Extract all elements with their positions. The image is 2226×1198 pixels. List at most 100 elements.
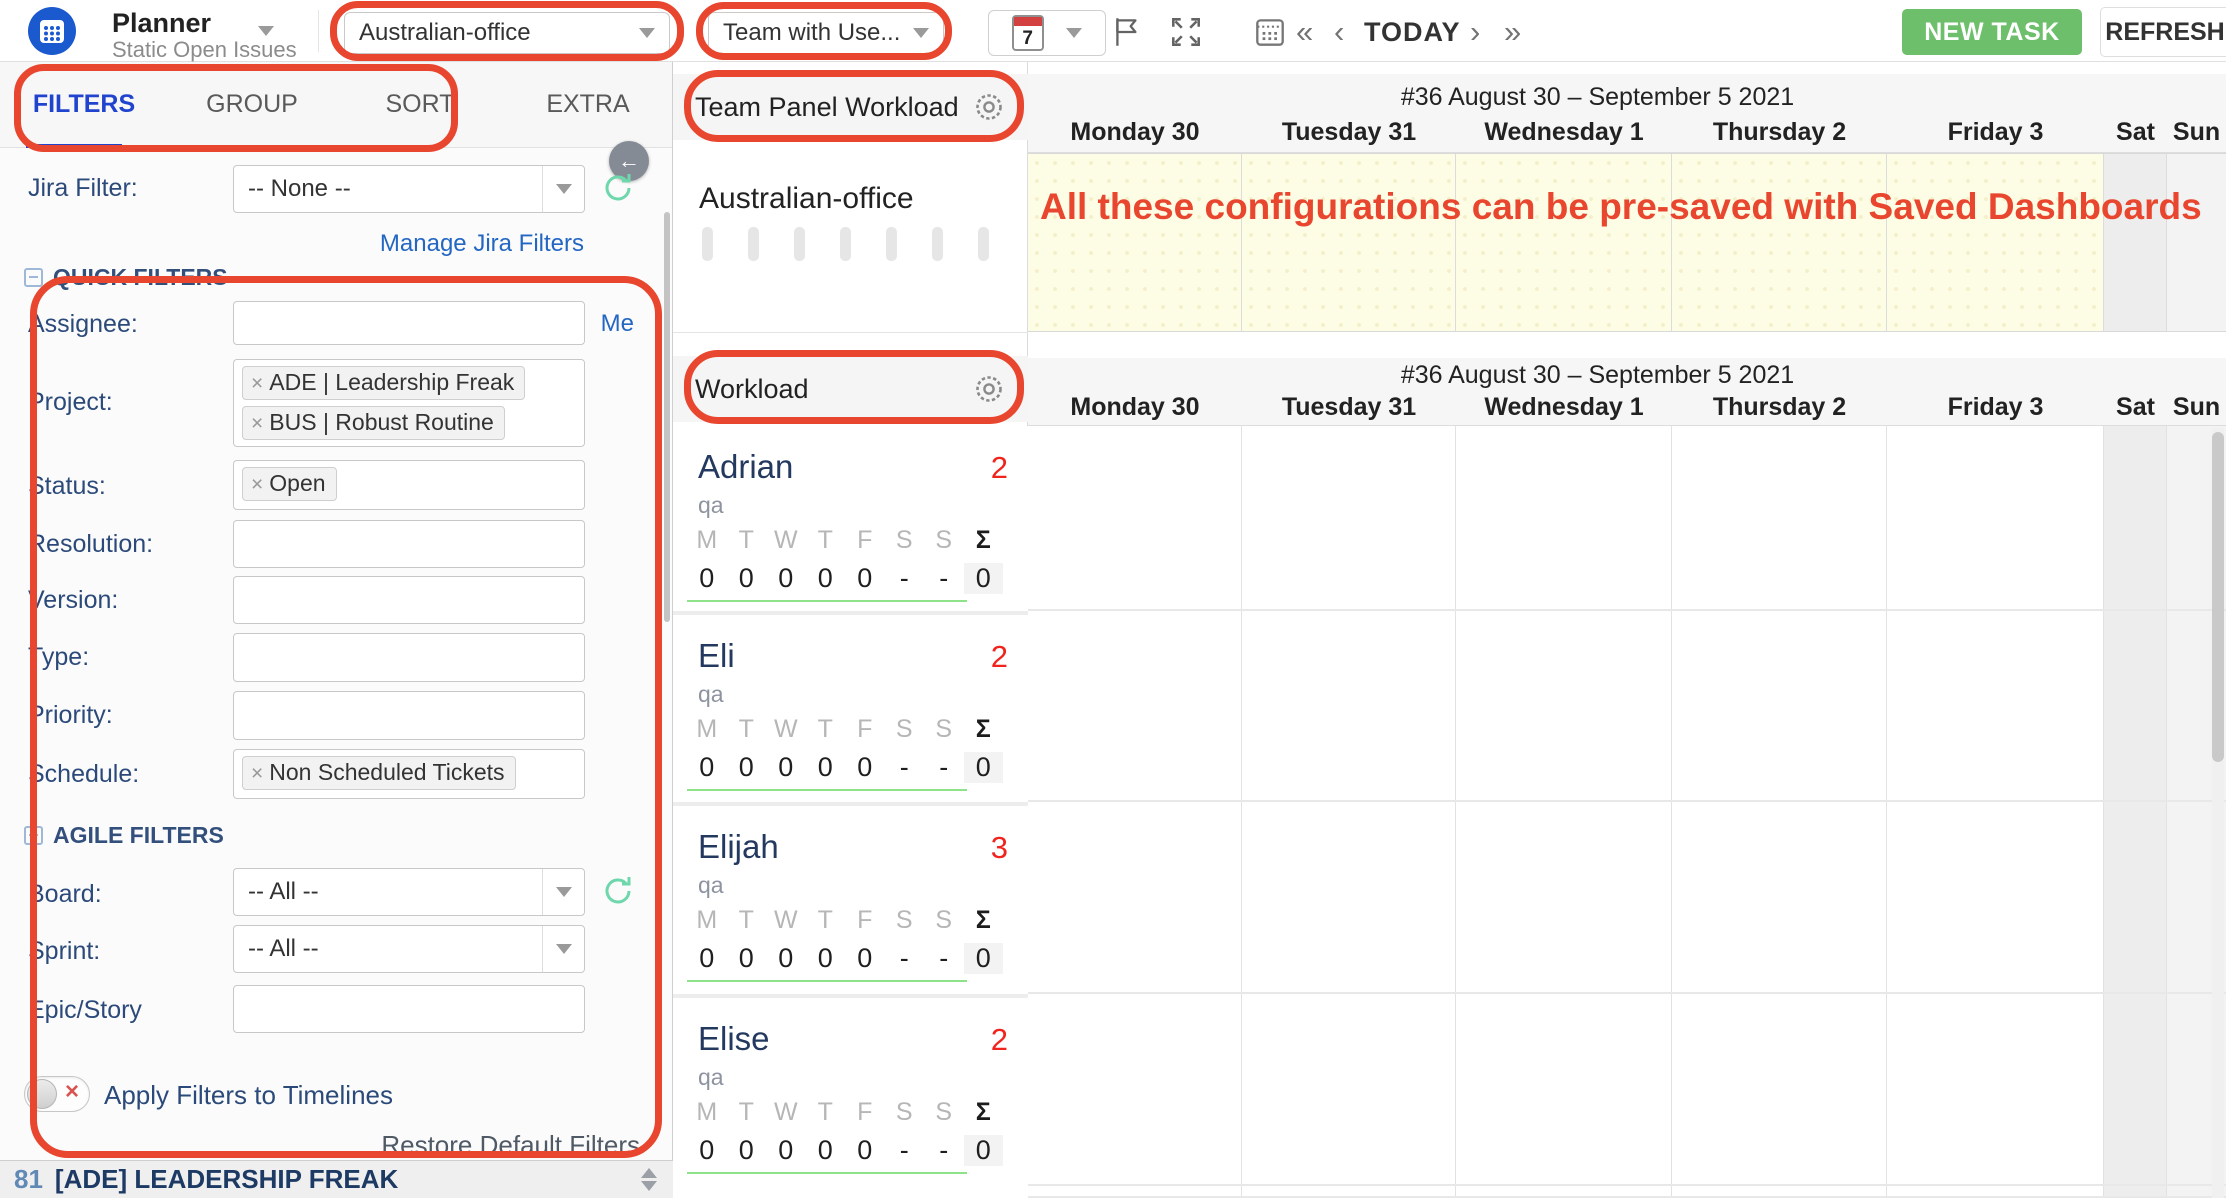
user-name[interactable]: Elijah — [698, 828, 779, 866]
assignee-input[interactable] — [233, 301, 585, 345]
status-input[interactable]: ×Open — [233, 460, 585, 510]
schedule-input[interactable]: ×Non Scheduled Tickets — [233, 749, 585, 799]
jira-filter-select[interactable]: -- None -- — [233, 165, 585, 213]
epic-story-input[interactable] — [233, 985, 585, 1033]
timeline-cell[interactable] — [1672, 154, 1887, 331]
prev-day-icon[interactable]: ‹ — [1334, 14, 1344, 50]
calendar-icon[interactable] — [1252, 14, 1288, 50]
gear-icon[interactable] — [972, 90, 1006, 124]
team-timeline-row[interactable] — [1028, 153, 2226, 332]
team-name[interactable]: Australian-office — [699, 182, 914, 216]
refresh-button[interactable]: REFRESH — [2100, 7, 2226, 57]
timeline-cell[interactable] — [1028, 802, 1242, 992]
apply-filters-toggle[interactable]: × — [24, 1076, 90, 1112]
tab-group[interactable]: GROUP — [168, 62, 336, 147]
user-timeline-row[interactable] — [1028, 426, 2226, 611]
workload-user-card[interactable]: Elijah 3 qa MTWTFSSΣ 00000--0 — [673, 802, 1028, 994]
timeline-cell[interactable] — [1887, 1186, 2104, 1196]
chip-remove-icon[interactable]: × — [251, 762, 263, 785]
app-subtitle[interactable]: Static Open Issues — [112, 37, 297, 63]
timeline-cell[interactable] — [1242, 426, 1456, 609]
timeline-cell-weekend[interactable] — [2104, 1186, 2167, 1196]
next-day-icon[interactable]: › — [1470, 14, 1480, 50]
timeline-cell[interactable] — [1887, 994, 2104, 1184]
priority-input[interactable] — [233, 691, 585, 740]
timeline-cell[interactable] — [1887, 802, 2104, 992]
timeline-cell[interactable] — [1887, 426, 2104, 609]
days-range-select[interactable]: 7 — [988, 10, 1106, 56]
user-timeline-row[interactable] — [1028, 802, 2226, 994]
me-link[interactable]: Me — [601, 310, 634, 338]
resolution-input[interactable] — [233, 520, 585, 568]
timeline-cell[interactable] — [1242, 1186, 1456, 1196]
timeline-cell[interactable] — [1028, 1186, 1242, 1196]
timeline-cell[interactable] — [1242, 802, 1456, 992]
chip-remove-icon[interactable]: × — [251, 473, 263, 496]
tab-extra[interactable]: EXTRA — [504, 62, 672, 147]
scrollbar-thumb[interactable] — [2212, 432, 2224, 762]
panel-mode-select[interactable]: Team with Use... — [708, 12, 944, 54]
user-name[interactable]: Eli — [698, 637, 735, 675]
today-button[interactable]: TODAY — [1364, 17, 1461, 48]
refresh-boards-icon[interactable] — [600, 873, 636, 909]
sidebar-scrollbar[interactable] — [664, 212, 670, 622]
project-group-bar[interactable]: 81 [ADE] LEADERSHIP FREAK — [0, 1160, 673, 1198]
chip-remove-icon[interactable]: × — [251, 412, 263, 435]
timeline-cell[interactable] — [1672, 802, 1887, 992]
timeline-cell[interactable] — [1672, 994, 1887, 1184]
refresh-jira-filters-icon[interactable] — [600, 170, 636, 206]
agile-filters-header[interactable]: AGILE FILTERS — [24, 822, 224, 849]
type-input[interactable] — [233, 633, 585, 682]
timeline-cell-weekend[interactable] — [2104, 426, 2167, 609]
collapse-box-icon[interactable] — [24, 826, 43, 845]
user-name[interactable]: Elise — [698, 1020, 770, 1058]
timeline-cell[interactable] — [1028, 994, 1242, 1184]
timeline-cell[interactable] — [1672, 426, 1887, 609]
restore-default-filters-link[interactable]: Restore Default Filters — [381, 1130, 640, 1161]
workload-user-card[interactable]: Eli 2 qa MTWTFSSΣ 00000--0 — [673, 611, 1028, 802]
team-select[interactable]: Australian-office — [344, 12, 670, 54]
sort-arrows-icon[interactable] — [641, 1168, 657, 1191]
board-select[interactable]: -- All -- — [233, 868, 585, 916]
timeline-cell[interactable] — [1456, 802, 1672, 992]
timeline-cell-weekend[interactable] — [2104, 154, 2167, 331]
app-menu-caret-icon[interactable] — [258, 26, 274, 36]
timeline-cell-weekend[interactable] — [2104, 611, 2167, 800]
timeline-cell[interactable] — [1456, 426, 1672, 609]
timeline-cell[interactable] — [1456, 611, 1672, 800]
timeline-cell[interactable] — [1028, 611, 1242, 800]
chip-remove-icon[interactable]: × — [251, 372, 263, 395]
user-name[interactable]: Adrian — [698, 448, 793, 486]
toggle-knob[interactable] — [27, 1079, 57, 1109]
timeline-cell[interactable] — [1456, 1186, 1672, 1196]
timeline-cell[interactable] — [1242, 154, 1456, 331]
timeline-cell[interactable] — [1887, 154, 2104, 331]
manage-jira-filters-link[interactable]: Manage Jira Filters — [380, 230, 584, 258]
prev-week-icon[interactable]: « — [1296, 14, 1313, 50]
timeline-cell[interactable] — [1456, 994, 1672, 1184]
next-week-icon[interactable]: » — [1504, 14, 1521, 50]
timeline-cell[interactable] — [1242, 994, 1456, 1184]
timeline-scrollbar[interactable] — [2212, 428, 2224, 1198]
timeline-cell-weekend[interactable] — [2104, 994, 2167, 1184]
collapse-box-icon[interactable] — [24, 268, 43, 287]
workload-user-card[interactable]: Adrian 2 qa MTWTFSSΣ 00000--0 — [673, 426, 1028, 611]
workload-user-card[interactable]: Elise 2 qa MTWTFSSΣ 00000--0 — [673, 994, 1028, 1198]
timeline-cell-weekend[interactable] — [2167, 154, 2226, 331]
fullscreen-icon[interactable] — [1168, 14, 1204, 50]
timeline-cell[interactable] — [1672, 611, 1887, 800]
version-input[interactable] — [233, 576, 585, 624]
sprint-select[interactable]: -- All -- — [233, 925, 585, 973]
timeline-cell[interactable] — [1887, 611, 2104, 800]
tab-sort[interactable]: SORT — [336, 62, 504, 147]
flag-icon[interactable] — [1110, 14, 1146, 50]
timeline-cell[interactable] — [1672, 1186, 1887, 1196]
new-task-button[interactable]: NEW TASK — [1902, 9, 2082, 55]
timeline-cell[interactable] — [1028, 426, 1242, 609]
timeline-cell[interactable] — [1028, 154, 1242, 331]
timeline-cell-weekend[interactable] — [2104, 802, 2167, 992]
timeline-cell[interactable] — [1456, 154, 1672, 331]
user-timeline-row[interactable] — [1028, 611, 2226, 802]
quick-filters-header[interactable]: QUICK FILTERS — [24, 264, 228, 291]
tab-filters[interactable]: FILTERS — [0, 62, 168, 147]
